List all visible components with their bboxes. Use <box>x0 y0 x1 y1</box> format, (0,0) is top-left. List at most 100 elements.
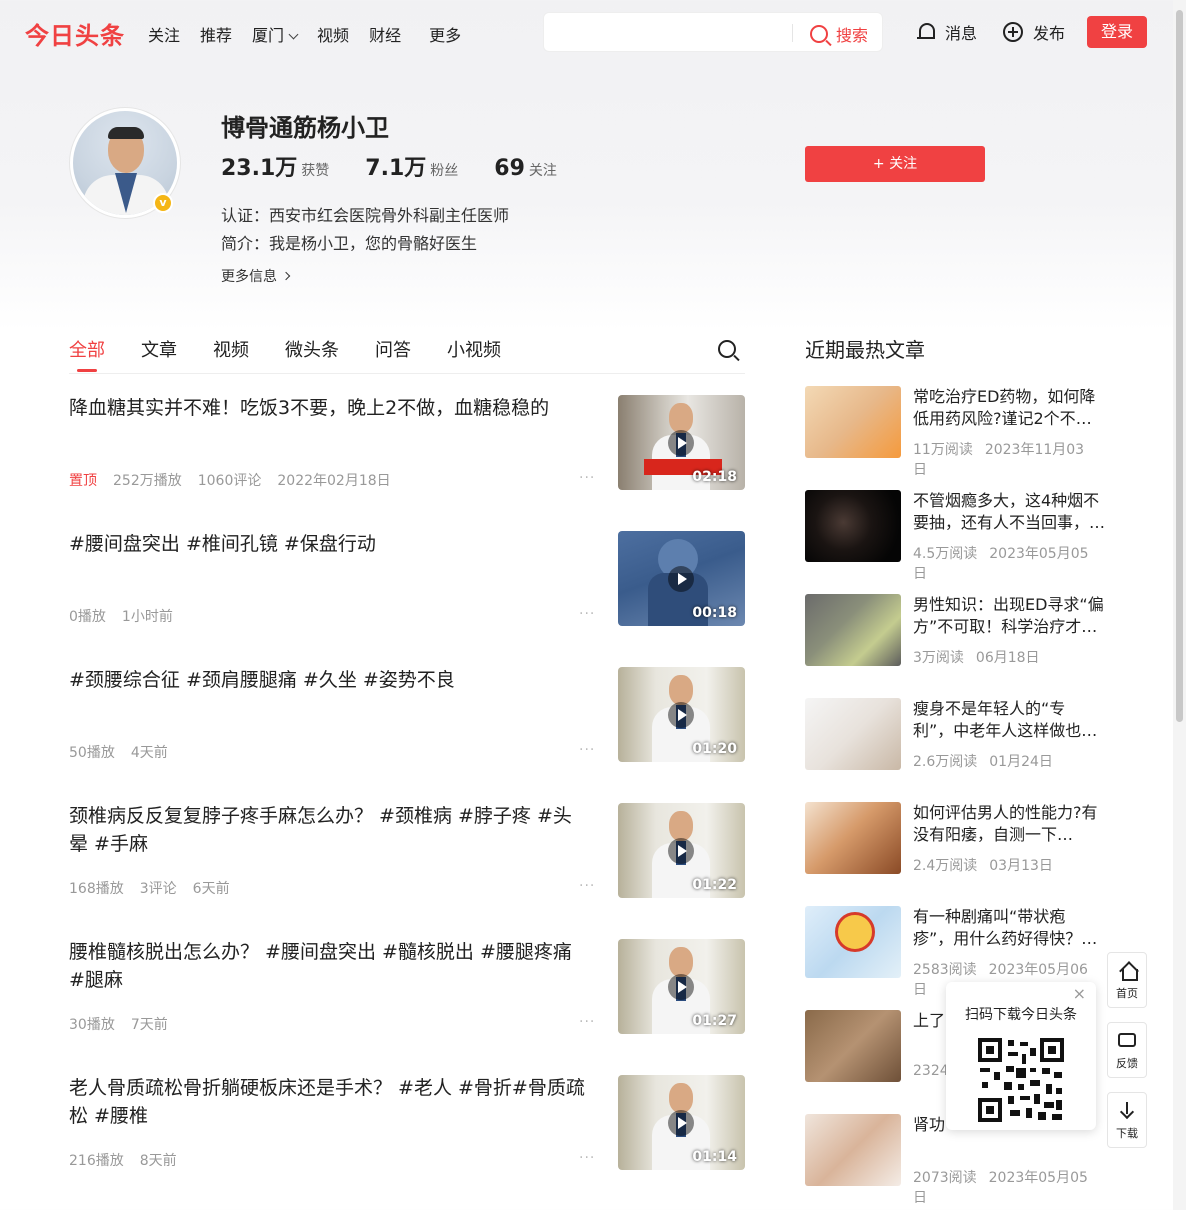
play-count: 216播放 <box>69 1153 124 1169</box>
tab-qa[interactable]: 问答 <box>375 336 411 362</box>
nav-city[interactable]: 厦门 <box>252 22 299 46</box>
nav-video[interactable]: 视频 <box>317 22 349 46</box>
hot-article-title[interactable]: 常吃治疗ED药物，如何降低用药风险?谨记2个不要… <box>913 386 1105 430</box>
feed-meta: 0播放 1小时前 <box>69 606 189 626</box>
hot-article-meta: 2.4万阅读 03月13日 <box>913 855 1065 875</box>
search-input[interactable] <box>554 21 784 45</box>
play-count: 168播放 <box>69 881 124 897</box>
read-count: 2.6万阅读 <box>913 754 978 770</box>
feed-title[interactable]: 降血糖其实并不难！吃饭3不要，晚上2不做，血糖稳稳的 <box>69 394 589 422</box>
publish-button[interactable]: 发布 <box>1003 20 1065 44</box>
read-count: 2583阅读 <box>913 962 977 978</box>
video-duration: 01:22 <box>692 877 737 893</box>
more-dots-icon[interactable]: ··· <box>579 1150 595 1166</box>
hot-article-meta: 4.5万阅读 2023年05月05日 <box>913 543 1105 583</box>
hot-article-title[interactable]: 不管烟瘾多大，这4种烟不要抽，还有人不当回事，… <box>913 490 1105 534</box>
messages-button[interactable]: 消息 <box>917 20 977 44</box>
play-count: 0播放 <box>69 609 106 625</box>
video-thumbnail[interactable]: 01:20 <box>618 667 745 762</box>
hot-article-image[interactable] <box>805 1010 901 1082</box>
hot-article-image[interactable] <box>805 594 901 666</box>
following-stat[interactable]: 69 关注 <box>494 156 557 181</box>
more-dots-icon[interactable]: ··· <box>579 742 595 758</box>
publish-date: 1小时前 <box>121 609 173 625</box>
hot-article-image[interactable] <box>805 1114 901 1186</box>
hot-article-image[interactable] <box>805 906 901 978</box>
nav-finance[interactable]: 财经 <box>369 22 401 46</box>
more-dots-icon[interactable]: ··· <box>579 878 595 894</box>
read-count: 2324 <box>913 1063 949 1079</box>
video-thumbnail[interactable]: 01:27 <box>618 939 745 1034</box>
qr-code-icon <box>978 1038 1064 1122</box>
video-thumbnail[interactable]: 02:18 <box>618 395 745 490</box>
hot-article: 男性知识：出现ED寻求“偏方”不可取！科学治疗才… 3万阅读 06月18日 <box>805 594 1105 698</box>
video-duration: 00:18 <box>692 605 737 621</box>
search-button[interactable]: 搜索 <box>810 22 868 46</box>
page-scrollbar[interactable] <box>1173 0 1186 1210</box>
qr-download-text: 扫码下载今日头条 <box>965 1007 1077 1023</box>
home-label: 首页 <box>1116 987 1138 1000</box>
more-dots-icon[interactable]: ··· <box>579 470 595 486</box>
feed-title[interactable]: #颈腰综合征 #颈肩腰腿痛 #久坐 #姿势不良 <box>69 666 589 694</box>
nav-follow[interactable]: 关注 <box>148 22 180 46</box>
comment-count[interactable]: 1060评论 <box>198 470 262 490</box>
more-dots-icon[interactable]: ··· <box>579 606 595 622</box>
tab-search-button[interactable] <box>718 340 744 358</box>
read-count: 2.4万阅读 <box>913 858 978 874</box>
more-dots-icon[interactable]: ··· <box>579 1014 595 1030</box>
read-count: 4.5万阅读 <box>913 546 978 562</box>
video-thumbnail[interactable]: 01:14 <box>618 1075 745 1170</box>
tab-all[interactable]: 全部 <box>69 336 105 372</box>
feed-meta: 168播放 3评论 6天前 <box>69 878 246 898</box>
search-icon <box>810 25 828 43</box>
download-button[interactable]: 下载 <box>1107 1092 1147 1148</box>
feed-title[interactable]: #腰间盘突出 #椎间孔镜 #保盘行动 <box>69 530 589 558</box>
feed-title[interactable]: 腰椎髓核脱出怎么办？ #腰间盘突出 #髓核脱出 #腰腿疼痛 #腿麻 <box>69 938 589 994</box>
plus-circle-icon <box>1003 22 1023 42</box>
video-thumbnail[interactable]: 01:22 <box>618 803 745 898</box>
hot-article-meta: 2.6万阅读 01月24日 <box>913 751 1065 771</box>
logo[interactable]: 今日头条 <box>25 16 125 51</box>
tab-micro[interactable]: 微头条 <box>285 336 339 362</box>
login-button[interactable]: 登录 <box>1087 16 1147 48</box>
nav-recommend[interactable]: 推荐 <box>200 22 232 46</box>
more-info-link[interactable]: 更多信息 <box>221 266 291 286</box>
tab-articles[interactable]: 文章 <box>141 336 177 362</box>
hot-article-image[interactable] <box>805 490 901 562</box>
likes-label: 获赞 <box>301 163 330 179</box>
hot-article-title[interactable]: 男性知识：出现ED寻求“偏方”不可取！科学治疗才… <box>913 594 1105 638</box>
play-icon <box>668 566 694 592</box>
likes-stat: 23.1万 获赞 <box>221 150 329 182</box>
feed-item: #腰间盘突出 #椎间孔镜 #保盘行动 0播放 1小时前 ··· 00:18 <box>69 530 745 666</box>
nav-more[interactable]: 更多 <box>429 22 461 46</box>
read-count: 3万阅读 <box>913 650 964 666</box>
hot-article-image[interactable] <box>805 802 901 874</box>
chevron-right-icon <box>281 271 291 281</box>
hot-article-title[interactable]: 如何评估男人的性能力?有没有阳痿，自测一下… <box>913 802 1105 846</box>
feed-meta: 30播放 7天前 <box>69 1014 184 1034</box>
follow-button[interactable]: + 关注 <box>805 146 985 182</box>
feed-title[interactable]: 老人骨质疏松骨折躺硬板床还是手术？ #老人 #骨折#骨质疏松 #腰椎 <box>69 1074 589 1130</box>
tab-videos[interactable]: 视频 <box>213 336 249 362</box>
hot-article-title[interactable]: 有一种剧痛叫“带状疱疹”，用什么药好得快？提醒：… <box>913 906 1105 950</box>
hot-article-title[interactable]: 瘦身不是年轻人的“专利”，中老年人这样做也能拥… <box>913 698 1105 742</box>
profile-name: 博骨通筋杨小卫 <box>221 114 389 142</box>
fans-stat[interactable]: 7.1万 粉丝 <box>365 150 458 182</box>
hot-article-image[interactable] <box>805 698 901 770</box>
feed-title[interactable]: 颈椎病反反复复脖子疼手麻怎么办？ #颈椎病 #脖子疼 #头晕 #手麻 <box>69 802 589 858</box>
publish-date: 7天前 <box>130 1017 168 1033</box>
home-button[interactable]: 首页 <box>1107 952 1147 1008</box>
feedback-button[interactable]: 反馈 <box>1107 1022 1147 1078</box>
scrollbar-thumb[interactable] <box>1176 10 1183 722</box>
play-icon <box>668 1110 694 1136</box>
nav-links: 关注 推荐 厦门 视频 财经 更多 <box>148 22 481 46</box>
likes-count: 23.1万 <box>221 156 298 181</box>
close-icon[interactable]: × <box>1073 984 1086 1003</box>
tab-short-video[interactable]: 小视频 <box>447 336 501 362</box>
hot-article-image[interactable] <box>805 386 901 458</box>
video-thumbnail[interactable]: 00:18 <box>618 531 745 626</box>
comment-count[interactable]: 3评论 <box>140 878 177 898</box>
video-duration: 01:27 <box>692 1013 737 1029</box>
publish-date: 03月13日 <box>989 858 1053 874</box>
more-info-label: 更多信息 <box>221 269 277 285</box>
